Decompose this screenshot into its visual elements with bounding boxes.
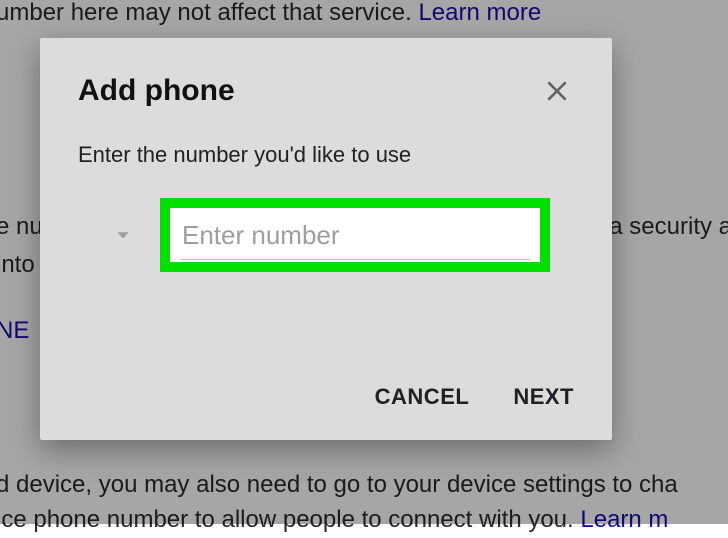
dialog-actions: CANCEL NEXT — [375, 384, 574, 410]
next-button[interactable]: NEXT — [513, 384, 574, 410]
phone-number-input[interactable] — [180, 214, 530, 260]
dialog-title: Add phone — [78, 74, 235, 108]
country-code-dropdown[interactable] — [78, 213, 140, 257]
close-button[interactable] — [540, 74, 574, 108]
input-highlight — [160, 198, 550, 272]
add-phone-dialog: Add phone Enter the number you'd like to… — [40, 38, 612, 440]
close-icon — [544, 78, 570, 104]
dialog-header: Add phone — [78, 74, 574, 108]
dialog-prompt: Enter the number you'd like to use — [78, 142, 574, 168]
phone-input-row — [78, 198, 574, 272]
chevron-down-icon — [112, 224, 134, 246]
cancel-button[interactable]: CANCEL — [375, 384, 470, 410]
